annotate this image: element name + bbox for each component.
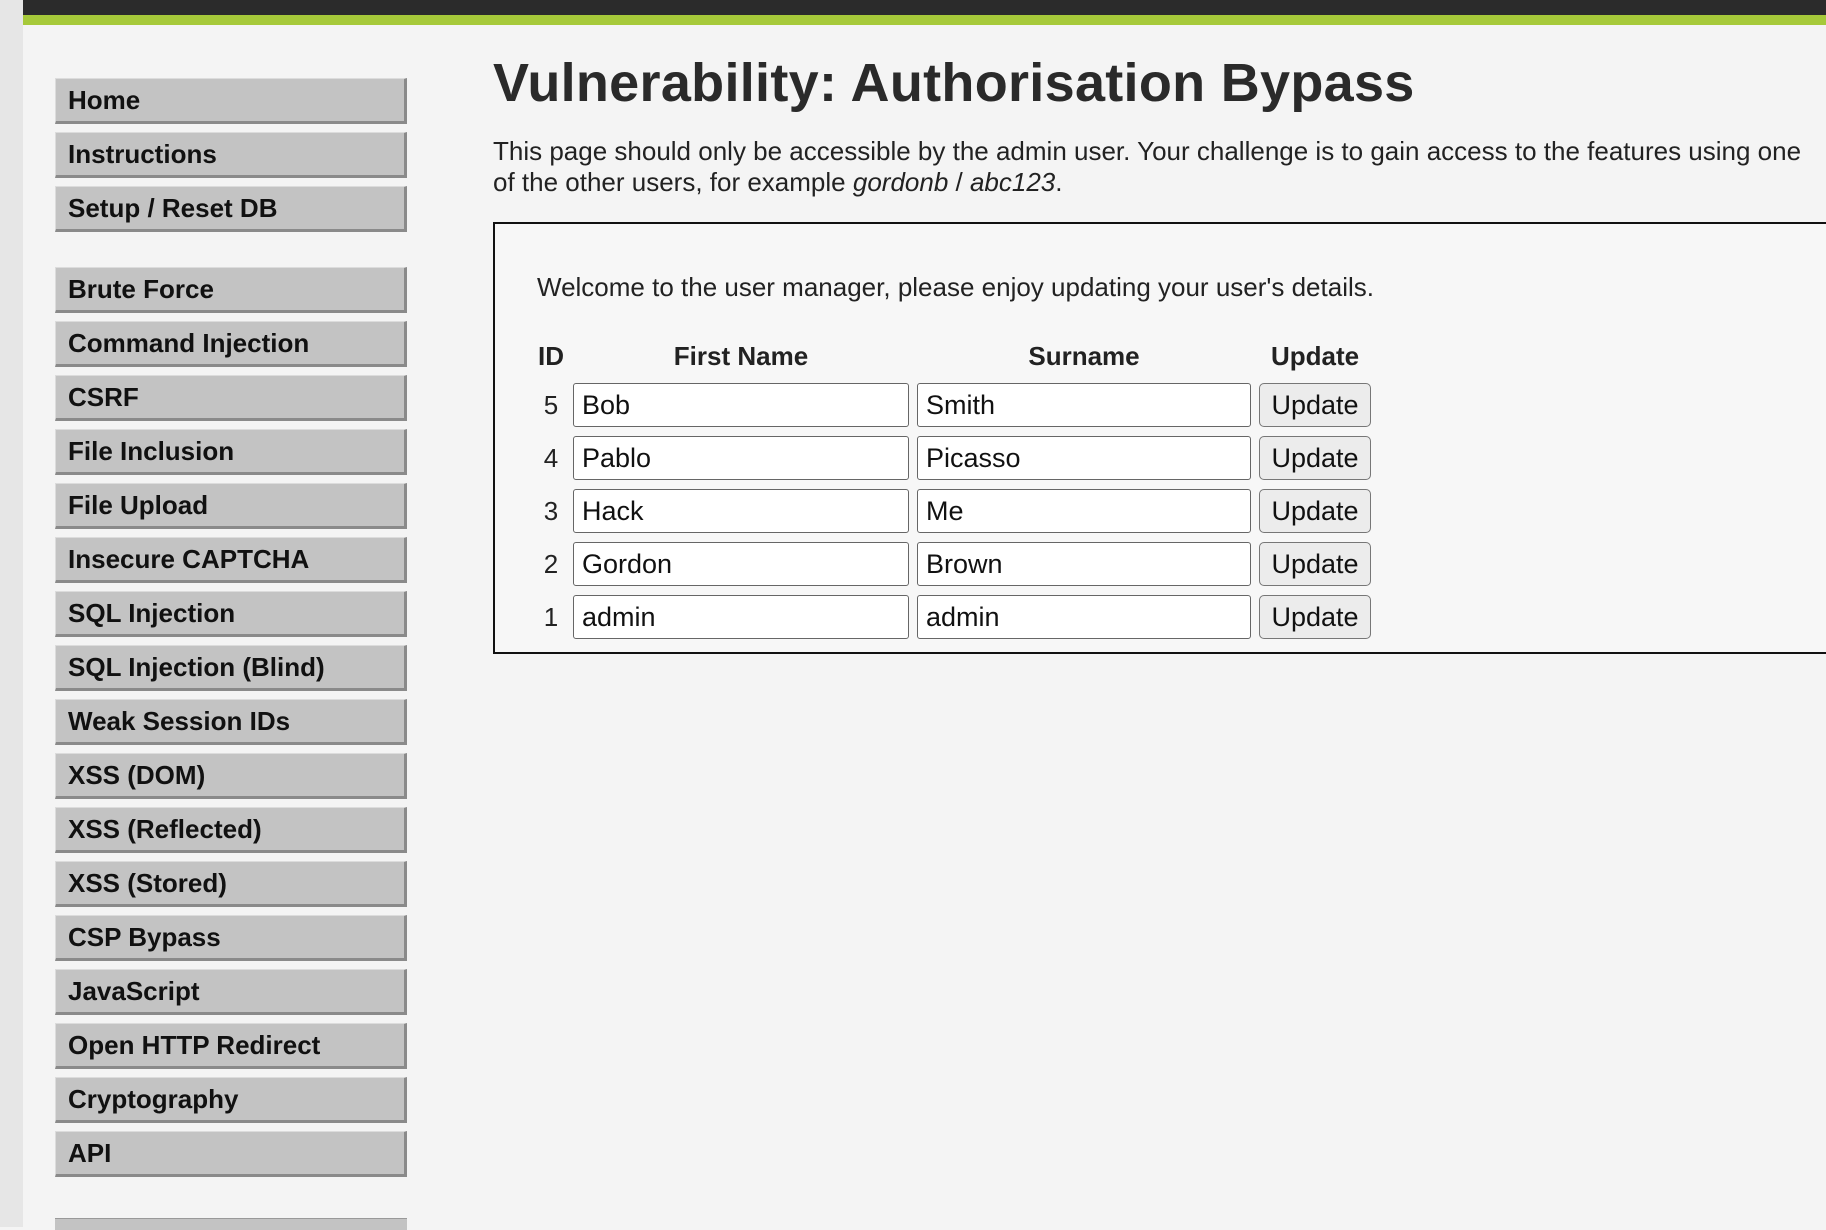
surname-input[interactable] [917, 436, 1251, 480]
sidebar-menu: Home Instructions Setup / Reset DB Brute… [55, 78, 407, 1212]
menu-item-sql-injection[interactable]: SQL Injection [55, 591, 407, 637]
table-row: 1 Update [537, 595, 1371, 639]
menu-item-instructions[interactable]: Instructions [55, 132, 407, 178]
menu-item-xss-reflected[interactable]: XSS (Reflected) [55, 807, 407, 853]
user-id: 5 [543, 389, 559, 420]
menu-item-partial[interactable] [55, 1218, 407, 1230]
welcome-message: Welcome to the user manager, please enjo… [537, 272, 1374, 302]
header-id: ID [538, 340, 564, 371]
header-update: Update [1270, 340, 1360, 371]
first-name-input[interactable] [573, 383, 909, 427]
surname-input[interactable] [917, 542, 1251, 586]
menu-item-file-inclusion[interactable]: File Inclusion [55, 429, 407, 475]
update-button[interactable]: Update [1259, 489, 1371, 533]
update-button[interactable]: Update [1259, 436, 1371, 480]
menu-item-weak-session-ids[interactable]: Weak Session IDs [55, 699, 407, 745]
page-title: Vulnerability: Authorisation Bypass [493, 53, 1415, 113]
example-password: abc123 [969, 167, 1056, 197]
intro-paragraph: This page should only be accessible by t… [493, 136, 1823, 198]
intro-end: . [1055, 167, 1063, 197]
menu-item-javascript[interactable]: JavaScript [55, 969, 407, 1015]
menu-item-file-upload[interactable]: File Upload [55, 483, 407, 529]
menu-item-cryptography[interactable]: Cryptography [55, 1077, 407, 1123]
header-surname: Surname [1028, 340, 1140, 371]
surname-input[interactable] [917, 595, 1251, 639]
first-name-input[interactable] [573, 436, 909, 480]
menu-item-setup-reset-db[interactable]: Setup / Reset DB [55, 186, 407, 232]
menu-item-xss-dom[interactable]: XSS (DOM) [55, 753, 407, 799]
user-table: ID First Name Surname Update 5 Update 4 [529, 329, 1379, 648]
main-content: Vulnerability: Authorisation Bypass This… [493, 50, 1826, 654]
update-button[interactable]: Update [1259, 542, 1371, 586]
menu-item-brute-force[interactable]: Brute Force [55, 267, 407, 313]
menu-item-sql-injection-blind[interactable]: SQL Injection (Blind) [55, 645, 407, 691]
table-row: 3 Update [537, 489, 1371, 533]
menu-item-insecure-captcha[interactable]: Insecure CAPTCHA [55, 537, 407, 583]
menu-group-vulnerabilities: Brute Force Command Injection CSRF File … [55, 267, 407, 1177]
first-name-input[interactable] [573, 489, 909, 533]
first-name-input[interactable] [573, 595, 909, 639]
header-first-name: First Name [673, 340, 809, 371]
menu-item-xss-stored[interactable]: XSS (Stored) [55, 861, 407, 907]
menu-item-home[interactable]: Home [55, 78, 407, 124]
user-id: 1 [543, 601, 559, 632]
user-id: 4 [543, 442, 559, 473]
table-row: 4 Update [537, 436, 1371, 480]
user-manager-panel: Welcome to the user manager, please enjo… [493, 222, 1826, 654]
intro-text: This page should only be accessible by t… [493, 136, 1802, 197]
update-button[interactable]: Update [1259, 383, 1371, 427]
left-gutter [0, 0, 23, 1227]
menu-group-general: Home Instructions Setup / Reset DB [55, 78, 407, 232]
table-row: 5 Update [537, 383, 1371, 427]
menu-item-open-http-redirect[interactable]: Open HTTP Redirect [55, 1023, 407, 1069]
intro-separator: / [948, 167, 970, 197]
user-id: 3 [543, 495, 559, 526]
update-button[interactable]: Update [1259, 595, 1371, 639]
first-name-input[interactable] [573, 542, 909, 586]
header-bar [23, 0, 1826, 15]
surname-input[interactable] [917, 383, 1251, 427]
surname-input[interactable] [917, 489, 1251, 533]
header-accent-stripe [23, 15, 1826, 25]
menu-item-command-injection[interactable]: Command Injection [55, 321, 407, 367]
example-username: gordonb [852, 167, 949, 197]
table-header-row: ID First Name Surname Update [537, 338, 1371, 374]
menu-item-api[interactable]: API [55, 1131, 407, 1177]
menu-item-csp-bypass[interactable]: CSP Bypass [55, 915, 407, 961]
menu-item-csrf[interactable]: CSRF [55, 375, 407, 421]
user-id: 2 [543, 548, 559, 579]
table-row: 2 Update [537, 542, 1371, 586]
